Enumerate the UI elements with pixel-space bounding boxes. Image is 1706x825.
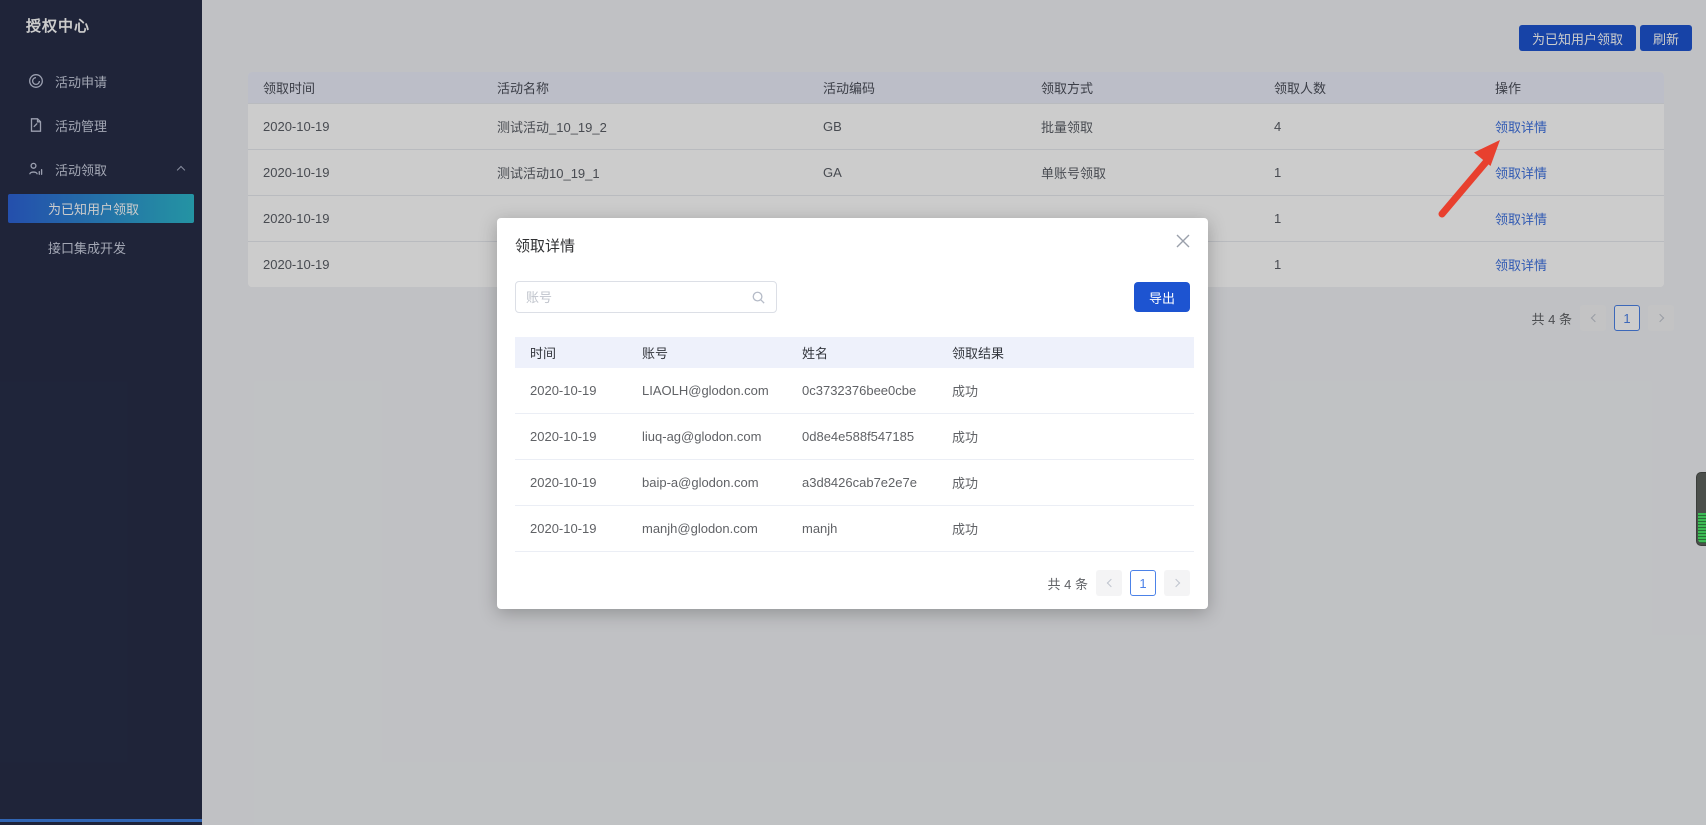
prev-icon	[1106, 579, 1114, 587]
close-icon[interactable]	[1174, 232, 1192, 250]
column-header-name: 姓名	[802, 343, 952, 362]
table-row: 2020-10-19 liuq-ag@glodon.com 0d8e4e588f…	[515, 414, 1194, 460]
modal-table-body: 2020-10-19 LIAOLH@glodon.com 0c3732376be…	[515, 368, 1194, 552]
cell-account: manjh@glodon.com	[642, 521, 802, 536]
cell-name: manjh	[802, 521, 952, 536]
modal-title: 领取详情	[515, 235, 575, 256]
claim-results-table: 时间 账号 姓名 领取结果 2020-10-19 LIAOLH@glodon.c…	[515, 337, 1194, 552]
column-header-result: 领取结果	[952, 343, 1194, 362]
claim-details-modal: 领取详情 导出 时间 账号 姓名 领取结果 2020-10-19 LIAOLH@…	[497, 218, 1208, 609]
column-header-account: 账号	[642, 343, 802, 362]
export-button[interactable]: 导出	[1134, 282, 1190, 312]
table-row: 2020-10-19 baip-a@glodon.com a3d8426cab7…	[515, 460, 1194, 506]
table-row: 2020-10-19 manjh@glodon.com manjh 成功	[515, 506, 1194, 552]
modal-toolbar: 导出	[515, 281, 1190, 313]
cell-name: 0d8e4e588f547185	[802, 429, 952, 444]
cell-time: 2020-10-19	[530, 475, 642, 490]
column-header-time: 时间	[530, 343, 642, 362]
cell-name: a3d8426cab7e2e7e	[802, 475, 952, 490]
screen-indicator-widget	[1696, 472, 1706, 546]
cell-account: LIAOLH@glodon.com	[642, 383, 802, 398]
search-icon	[751, 290, 766, 305]
cell-time: 2020-10-19	[530, 383, 642, 398]
cell-account: liuq-ag@glodon.com	[642, 429, 802, 444]
indicator-level-bar	[1698, 513, 1706, 543]
next-icon	[1171, 579, 1179, 587]
cell-result: 成功	[952, 519, 1194, 538]
cell-result: 成功	[952, 427, 1194, 446]
cell-name: 0c3732376bee0cbe	[802, 383, 952, 398]
account-search-input[interactable]	[526, 290, 751, 305]
cell-account: baip-a@glodon.com	[642, 475, 802, 490]
cell-time: 2020-10-19	[530, 521, 642, 536]
total-count-label: 共 4 条	[1048, 574, 1088, 593]
modal-pagination: 共 4 条 1	[1048, 570, 1190, 596]
current-page-button[interactable]: 1	[1130, 570, 1156, 596]
table-row: 2020-10-19 LIAOLH@glodon.com 0c3732376be…	[515, 368, 1194, 414]
cell-time: 2020-10-19	[530, 429, 642, 444]
next-page-button[interactable]	[1164, 570, 1190, 596]
modal-table-header-row: 时间 账号 姓名 领取结果	[515, 337, 1194, 368]
prev-page-button[interactable]	[1096, 570, 1122, 596]
annotation-arrow-icon	[1432, 130, 1512, 222]
cell-result: 成功	[952, 381, 1194, 400]
account-search-box[interactable]	[515, 281, 777, 313]
cell-result: 成功	[952, 473, 1194, 492]
